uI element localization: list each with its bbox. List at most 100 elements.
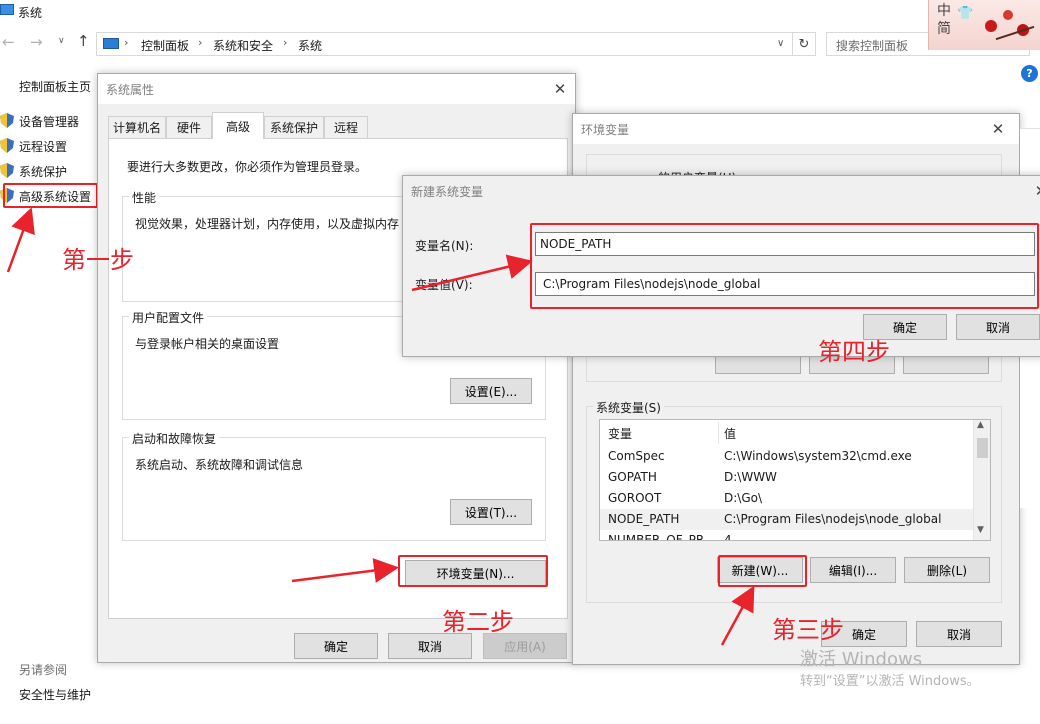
variable-name: GOROOT [608, 491, 662, 505]
input-text: C:\Program Files\nodejs\node_global [543, 277, 761, 291]
close-icon[interactable]: ✕ [988, 119, 1008, 139]
sidebar-item-label: 远程设置 [19, 140, 68, 154]
variable-name-input[interactable]: NODE_PATH [535, 232, 1035, 256]
tab-remote[interactable]: 远程 [324, 116, 368, 138]
back-icon[interactable]: ← [2, 33, 15, 51]
see-also-heading: 另请参阅 [19, 663, 68, 677]
variable-value-label: 变量值(V): [415, 278, 473, 292]
table-row[interactable]: NUMBER_OF_PR 4 [600, 530, 973, 541]
ime-badge-top: 中 [937, 3, 951, 19]
sidebar-item-remote-settings[interactable]: 远程设置 [0, 137, 95, 155]
table-row[interactable]: ComSpec C:\Windows\system32\cmd.exe [600, 446, 973, 467]
activation-watermark-title: 激活 Windows [800, 649, 923, 670]
system-edit-button[interactable]: 编辑(I)... [810, 557, 896, 583]
close-icon[interactable]: ✕ [1031, 181, 1040, 201]
system-variables-table[interactable]: 变量 值 ComSpec C:\Windows\system32\cmd.exe… [599, 419, 991, 541]
tab-computer-name[interactable]: 计算机名 [108, 116, 166, 138]
breadcrumb-control-panel[interactable]: 控制面板 [141, 37, 189, 54]
recent-dropdown-icon[interactable]: ∨ [58, 36, 65, 46]
address-dropdown-icon[interactable]: ∨ [777, 38, 784, 49]
button-label: 删除(L) [926, 563, 968, 578]
system-delete-button[interactable]: 删除(L) [904, 557, 990, 583]
performance-label: 性能 [129, 189, 160, 206]
column-divider [718, 422, 719, 444]
performance-desc: 视觉效果，处理器计划，内存使用，以及虚拟内存 [135, 217, 400, 231]
activation-watermark-subtitle: 转到“设置”以激活 Windows。 [800, 674, 980, 689]
table-row-selected[interactable]: NODE_PATH C:\Program Files\nodejs\node_g… [600, 509, 973, 530]
variable-value: D:\Go\ [724, 491, 763, 505]
variable-name: NODE_PATH [608, 512, 680, 526]
table-row[interactable]: GOPATH D:\WWW [600, 467, 973, 488]
new-system-variable-dialog: 新建系统变量 ✕ 变量名(N): NODE_PATH 变量值(V): C:\Pr… [402, 175, 1040, 357]
button-label: 环境变量(N)... [436, 566, 515, 581]
step1-label: 第一步 [62, 246, 134, 274]
newvar-cancel-button[interactable]: 取消 [956, 314, 1040, 340]
input-text: NODE_PATH [540, 237, 612, 251]
system-variables-label: 系统变量(S) [593, 399, 664, 416]
address-bar-row: ← → ∨ ↑ › 控制面板 › 系统和安全 › 系统 ∨ ↻ 搜索控制面板 ⚲ [0, 30, 1040, 56]
breadcrumb-system[interactable]: 系统 [298, 37, 322, 54]
sysprops-ok-button[interactable]: 确定 [294, 633, 378, 659]
envvars-cancel-button[interactable]: 取消 [916, 621, 1002, 647]
sidebar-item-advanced-settings[interactable]: 高级系统设置 [0, 187, 95, 205]
control-panel-home-link[interactable]: 控制面板主页 [19, 78, 91, 95]
shield-icon [0, 188, 14, 203]
breadcrumb-system-security[interactable]: 系统和安全 [213, 37, 273, 54]
chevron-right-icon: › [124, 36, 129, 49]
ime-badge[interactable]: 中 简 👕 [928, 0, 1040, 50]
button-label: 取消 [417, 639, 442, 654]
help-icon[interactable]: ? [1021, 65, 1038, 82]
column-header-variable[interactable]: 变量 [608, 425, 632, 442]
sidebar-item-label: 高级系统设置 [19, 190, 92, 204]
scroll-thumb[interactable] [977, 438, 988, 458]
button-label: 设置(T)... [464, 505, 518, 520]
control-panel-icon [103, 38, 119, 49]
forward-icon[interactable]: → [30, 33, 43, 51]
chevron-right-icon: › [198, 36, 203, 49]
dialog-title: 环境变量 [581, 122, 630, 137]
variable-value: C:\Windows\system32\cmd.exe [724, 449, 912, 463]
table-scrollbar[interactable]: ▲ ▼ [973, 420, 990, 540]
column-header-value[interactable]: 值 [724, 425, 736, 442]
system-properties-titlebar: 系统属性 [98, 74, 575, 104]
variable-value: D:\WWW [724, 470, 777, 484]
sidebar-item-device-manager[interactable]: 设备管理器 [0, 112, 95, 130]
tab-hardware[interactable]: 硬件 [166, 116, 212, 138]
sidebar-item-system-protection[interactable]: 系统保护 [0, 162, 95, 180]
shield-icon [0, 113, 14, 128]
step3-label: 第三步 [772, 616, 844, 644]
table-row[interactable]: GOROOT D:\Go\ [600, 488, 973, 509]
tab-advanced[interactable]: 高级 [212, 112, 264, 139]
variable-value: C:\Program Files\nodejs\node_global [724, 512, 942, 526]
step1-arrow [6, 207, 35, 273]
variable-name: ComSpec [608, 449, 665, 463]
chevron-right-icon: › [283, 36, 288, 49]
button-label: 应用(A) [504, 639, 546, 654]
tab-label: 计算机名 [112, 121, 161, 135]
startup-settings-button[interactable]: 设置(T)... [450, 499, 532, 525]
close-icon[interactable]: ✕ [550, 79, 570, 99]
ime-badge-bottom: 简 [937, 21, 951, 37]
security-maintenance-link[interactable]: 安全性与维护 [19, 686, 91, 703]
variable-value-input[interactable]: C:\Program Files\nodejs\node_global [535, 272, 1035, 296]
dialog-title: 新建系统变量 [411, 184, 484, 199]
user-profiles-label: 用户配置文件 [129, 309, 208, 326]
button-label: 取消 [985, 320, 1010, 335]
variable-name: GOPATH [608, 470, 657, 484]
shirt-icon: 👕 [957, 6, 974, 21]
refresh-button[interactable]: ↻ [792, 32, 816, 56]
computer-icon [0, 4, 14, 15]
profiles-settings-button[interactable]: 设置(E)... [450, 378, 532, 404]
step2-label: 第二步 [442, 608, 514, 636]
button-label: 新建(W)... [731, 563, 789, 578]
variable-name: NUMBER_OF_PR [608, 533, 705, 541]
button-label: 编辑(I)... [828, 563, 878, 578]
scroll-up-icon[interactable]: ▲ [977, 420, 984, 430]
system-new-button[interactable]: 新建(W)... [717, 557, 803, 583]
address-box[interactable]: › 控制面板 › 系统和安全 › 系统 ∨ [96, 32, 816, 56]
tab-system-protection[interactable]: 系统保护 [264, 116, 324, 138]
admin-note: 要进行大多数更改，你必须作为管理员登录。 [127, 160, 368, 174]
environment-variables-button[interactable]: 环境变量(N)... [405, 560, 546, 586]
up-icon[interactable]: ↑ [77, 32, 90, 50]
scroll-down-icon[interactable]: ▼ [977, 525, 984, 535]
